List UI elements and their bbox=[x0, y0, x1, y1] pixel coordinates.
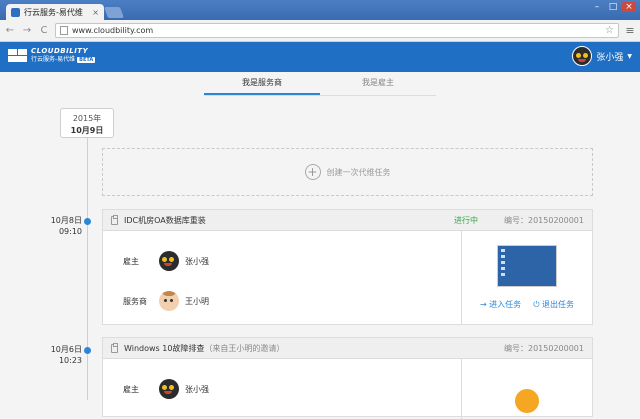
task-title[interactable]: IDC机房OA数据库重装 bbox=[124, 215, 206, 226]
new-tab-button[interactable] bbox=[103, 7, 125, 18]
browser-toolbar: ← → C www.cloudbility.com ☆ ≡ bbox=[0, 20, 640, 42]
task-card-header: Windows 10故障排查（来自王小明的邀请） 编号：20150200001 bbox=[103, 338, 592, 359]
employer-name: 张小强 bbox=[185, 384, 209, 394]
task-code: 编号：20150200001 bbox=[504, 343, 584, 353]
provider-role: 服务商 bbox=[123, 296, 147, 306]
timeline-year: 2015年 bbox=[72, 114, 102, 123]
task-card: IDC机房OA数据库重装 进行中 编号：20150200001 雇主 张小强 服… bbox=[102, 209, 593, 325]
bookmark-star-icon[interactable]: ☆ bbox=[605, 25, 614, 36]
minimize-button[interactable]: – bbox=[590, 2, 604, 12]
chevron-down-icon[interactable]: ▼ bbox=[627, 53, 632, 60]
timeline-dot bbox=[84, 218, 91, 225]
task-code: 编号：20150200001 bbox=[504, 215, 584, 225]
clipboard-icon bbox=[111, 342, 118, 353]
desktop-thumbnail[interactable] bbox=[497, 245, 557, 287]
app-logo[interactable]: CLOUDBILITY 行云服务-易代维 BETA bbox=[8, 47, 96, 63]
role-tabs: 我是服务商 我是雇主 bbox=[204, 72, 436, 96]
task-side: → 进入任务 ⏻ 退出任务 bbox=[462, 231, 592, 325]
clipboard-icon bbox=[111, 214, 118, 225]
browser-menu-icon[interactable]: ≡ bbox=[624, 24, 636, 37]
employer-role: 雇主 bbox=[123, 384, 139, 394]
user-menu[interactable]: 张小强 ▼ bbox=[572, 46, 632, 66]
forward-button[interactable]: → bbox=[21, 25, 33, 36]
user-name[interactable]: 张小强 bbox=[596, 50, 623, 63]
address-url[interactable]: www.cloudbility.com bbox=[72, 26, 601, 35]
task-people: 雇主 张小强 bbox=[103, 359, 462, 419]
page-icon bbox=[60, 26, 68, 35]
address-bar[interactable]: www.cloudbility.com ☆ bbox=[55, 23, 619, 38]
task-card: Windows 10故障排查（来自王小明的邀请） 编号：20150200001 … bbox=[102, 337, 593, 419]
tab-close-icon[interactable]: × bbox=[92, 8, 99, 17]
action-circle-icon[interactable] bbox=[515, 389, 539, 413]
logo-brand: CLOUDBILITY bbox=[31, 47, 89, 55]
timeline-line bbox=[87, 146, 88, 400]
create-task-label: 创建一次代维任务 bbox=[326, 167, 391, 177]
tab-employer[interactable]: 我是雇主 bbox=[320, 72, 436, 95]
timeline-dot bbox=[84, 347, 91, 354]
browser-tab[interactable]: 行云服务-易代维 × bbox=[6, 4, 104, 20]
maximize-button[interactable]: □ bbox=[606, 2, 620, 12]
cloud-logo-icon bbox=[8, 48, 28, 63]
task-actions: → 进入任务 ⏻ 退出任务 bbox=[480, 299, 574, 310]
avatar[interactable] bbox=[572, 46, 593, 66]
avatar bbox=[159, 291, 179, 311]
back-button[interactable]: ← bbox=[4, 25, 16, 36]
tab-provider[interactable]: 我是服务商 bbox=[204, 72, 320, 95]
avatar bbox=[159, 251, 179, 271]
provider-row: 服务商 王小明 bbox=[123, 281, 461, 321]
app-header: CLOUDBILITY 行云服务-易代维 BETA 张小强 ▼ bbox=[0, 42, 640, 72]
task-side bbox=[462, 359, 592, 419]
beta-badge: BETA bbox=[77, 57, 96, 63]
task-date: 10月8日 09:10 bbox=[50, 216, 82, 236]
timeline-day: 10月9日 bbox=[70, 126, 104, 135]
favicon-icon bbox=[11, 7, 20, 17]
exit-task-link[interactable]: ⏻ 退出任务 bbox=[533, 299, 574, 310]
task-card-header: IDC机房OA数据库重装 进行中 编号：20150200001 bbox=[103, 210, 592, 231]
main-content: 我是服务商 我是雇主 2015年 10月9日 + 创建一次代维任务 10月8日 … bbox=[0, 72, 640, 419]
browser-tab-title: 行云服务-易代维 bbox=[24, 7, 83, 17]
close-window-button[interactable]: × bbox=[622, 2, 636, 12]
task-date: 10月6日 10:23 bbox=[50, 345, 82, 365]
task-people: 雇主 张小强 服务商 王小明 bbox=[103, 231, 462, 325]
create-task-button[interactable]: + 创建一次代维任务 bbox=[102, 148, 593, 196]
task-title[interactable]: Windows 10故障排查（来自王小明的邀请） bbox=[124, 343, 284, 354]
avatar bbox=[159, 379, 179, 399]
employer-row: 雇主 张小强 bbox=[123, 241, 461, 281]
enter-task-link[interactable]: → 进入任务 bbox=[480, 299, 521, 310]
employer-role: 雇主 bbox=[123, 256, 139, 266]
employer-name: 张小强 bbox=[185, 256, 209, 266]
browser-tabstrip: 行云服务-易代维 × – □ × bbox=[0, 0, 640, 20]
reload-button[interactable]: C bbox=[38, 25, 50, 36]
status-badge: 进行中 bbox=[454, 215, 478, 225]
timeline-date-box: 2015年 10月9日 bbox=[60, 108, 114, 146]
window-controls: – □ × bbox=[590, 2, 636, 12]
provider-name: 王小明 bbox=[185, 296, 209, 306]
plus-icon: + bbox=[304, 164, 321, 180]
logo-subtitle: 行云服务-易代维 BETA bbox=[31, 56, 96, 63]
employer-row: 雇主 张小强 bbox=[123, 369, 461, 409]
